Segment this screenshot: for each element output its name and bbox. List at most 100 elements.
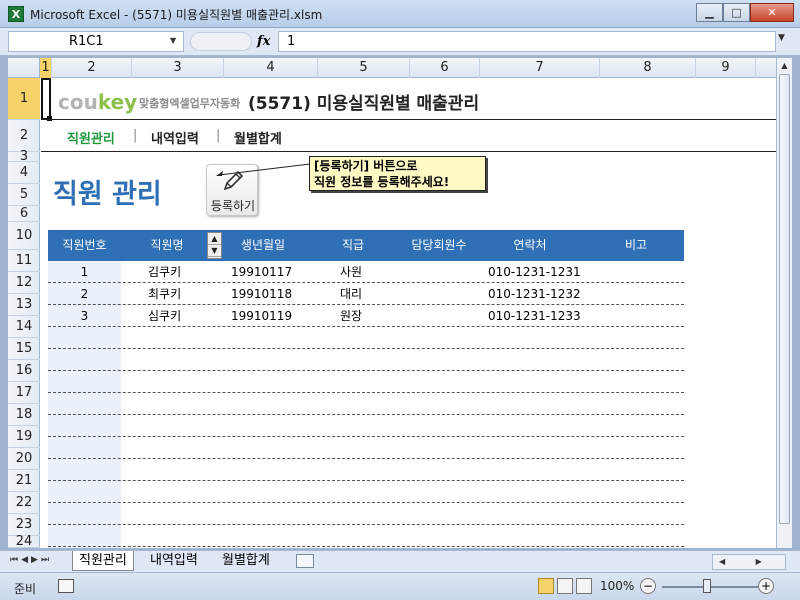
table-cell[interactable]: 심쿠키 [148,305,218,327]
column-header[interactable]: 1 [40,58,52,78]
column-header[interactable]: 4 [224,58,318,78]
row-header[interactable]: 15 [8,338,40,360]
formula-buttons[interactable] [190,32,252,51]
zoom-slider-thumb[interactable] [703,579,711,593]
column-header[interactable]: 3 [132,58,224,78]
zoom-in-icon[interactable]: + [758,578,774,594]
nav-item-staff[interactable]: 직원관리 [67,128,115,147]
table-cell[interactable]: 010-1231-1233 [488,305,598,327]
scroll-thumb[interactable] [779,74,790,524]
table-cell[interactable]: 2 [48,283,121,305]
th-members[interactable]: 담당회원수 [396,230,482,261]
worksheet-grid[interactable]: 123456789 1 2 3 4 5 6 10 11 12 13 14 15 16 17 18 19 20 21… [8,58,776,548]
column-header[interactable]: 2 [52,58,132,78]
row-header[interactable]: 24 [8,535,40,548]
row-header[interactable]: 19 [8,426,40,448]
row-header[interactable]: 2 [8,120,40,152]
column-header[interactable]: 9 [696,58,756,78]
row-header[interactable]: 18 [8,404,40,426]
page-layout-view-icon[interactable] [557,578,573,594]
scroll-up-icon[interactable]: ▲ [777,58,792,74]
spin-down-icon[interactable]: ▼ [208,245,221,257]
table-cell[interactable] [588,305,684,327]
table-row[interactable] [48,459,684,481]
row-header[interactable]: 22 [8,492,40,514]
sheet-tab-entry[interactable]: 내역입력 [144,551,204,571]
row-header[interactable]: 5 [8,184,40,206]
row-header[interactable]: 16 [8,360,40,382]
table-row[interactable] [48,349,684,371]
row-header[interactable]: 14 [8,316,40,338]
table-row[interactable] [48,437,684,459]
table-cell[interactable] [396,305,482,327]
zoom-level[interactable]: 100% [600,579,634,593]
table-row[interactable]: 3 심쿠키 19910119 원장 010-1231-1233 [48,305,684,327]
sheet-tab-staff[interactable]: 직원관리 [72,551,134,571]
row-header[interactable]: 23 [8,514,40,536]
horizontal-scrollbar[interactable]: ◀ ▶ [712,554,786,570]
row-header[interactable]: 11 [8,250,40,272]
sort-spinner[interactable]: ▲ ▼ [207,232,222,259]
th-employee-name[interactable]: 직원명 [128,230,206,261]
table-row[interactable] [48,481,684,503]
minimize-button[interactable]: ▁ [696,3,723,22]
vertical-scrollbar[interactable]: ▲ [776,58,792,548]
normal-view-icon[interactable] [538,578,554,594]
maximize-button[interactable]: □ [723,3,750,22]
row-header[interactable]: 20 [8,448,40,470]
table-cell[interactable] [588,283,684,305]
table-cell[interactable] [396,283,482,305]
table-cell[interactable]: 최쿠키 [148,283,218,305]
table-row[interactable]: 1 김쿠키 19910117 사원 010-1231-1231 [48,261,684,283]
sheet-tab-monthly[interactable]: 월별합계 [216,551,276,571]
row-header[interactable]: 10 [8,222,40,250]
row-header[interactable]: 12 [8,272,40,294]
table-cell[interactable]: 010-1231-1232 [488,283,598,305]
row-header[interactable]: 17 [8,382,40,404]
th-employee-no[interactable]: 직원번호 [48,230,121,261]
table-row[interactable] [48,371,684,393]
insert-function-icon[interactable]: fx [257,34,270,49]
row-header[interactable]: 21 [8,470,40,492]
table-row[interactable] [48,525,684,547]
select-all-corner[interactable] [8,58,40,78]
row-header[interactable]: 4 [8,162,40,184]
table-cell[interactable]: 19910118 [231,283,311,305]
insert-sheet-icon[interactable] [296,554,314,568]
row-header[interactable]: 13 [8,294,40,316]
table-cell[interactable] [396,261,482,283]
nav-item-entry[interactable]: 내역입력 [151,128,199,147]
table-cell[interactable]: 3 [48,305,121,327]
row-header[interactable]: 1 [8,78,40,120]
row-header[interactable]: 3 [8,150,40,163]
column-header[interactable]: 7 [480,58,600,78]
table-cell[interactable]: 1 [48,261,121,283]
table-cell[interactable]: 사원 [340,261,400,283]
nav-item-monthly[interactable]: 월별합계 [234,128,282,147]
row-header[interactable]: 6 [8,206,40,222]
table-cell[interactable]: 19910117 [231,261,311,283]
table-cell[interactable]: 원장 [340,305,400,327]
column-header[interactable]: 8 [600,58,696,78]
expand-formula-bar-icon[interactable]: ▼ [778,33,785,43]
table-row[interactable] [48,327,684,349]
table-row[interactable]: 2 최쿠키 19910118 대리 010-1231-1232 [48,283,684,305]
zoom-out-icon[interactable]: − [640,578,656,594]
spin-up-icon[interactable]: ▲ [208,233,221,245]
table-row[interactable] [48,503,684,525]
table-row[interactable] [48,415,684,437]
macro-record-icon[interactable] [58,579,74,593]
formula-input[interactable]: 1 [278,31,776,52]
table-cell[interactable]: 19910119 [231,305,311,327]
active-cell[interactable] [41,78,51,120]
column-header[interactable]: 5 [318,58,410,78]
column-header[interactable]: 6 [410,58,480,78]
th-remarks[interactable]: 비고 [588,230,684,261]
page-break-view-icon[interactable] [576,578,592,594]
tab-navigation-arrows[interactable]: ⏮◀▶⏭ [10,555,52,565]
name-box[interactable]: R1C1 [8,31,184,52]
th-position[interactable]: 직급 [310,230,396,261]
name-box-dropdown-icon[interactable]: ▼ [170,36,176,45]
table-cell[interactable]: 010-1231-1231 [488,261,598,283]
table-row[interactable] [48,393,684,415]
